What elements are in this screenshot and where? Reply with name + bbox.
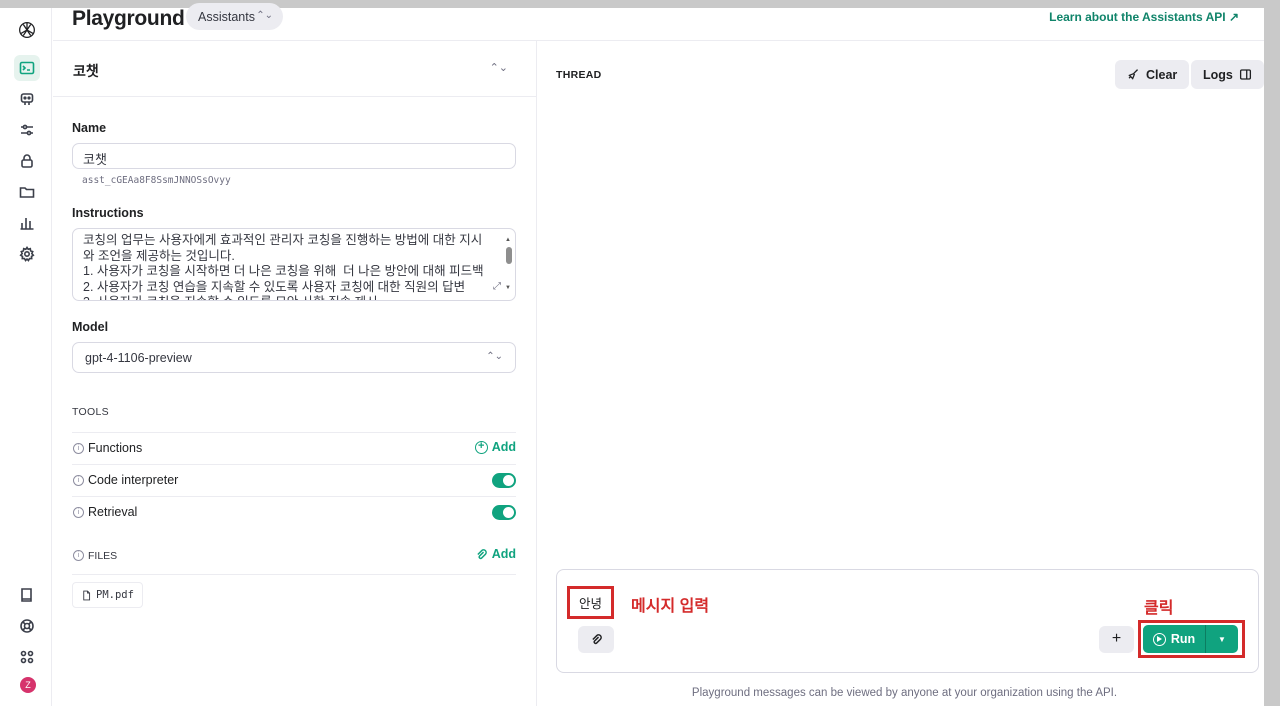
scroll-down-icon: ▼ [505, 285, 511, 292]
sidebar-item-assistants[interactable] [14, 86, 40, 112]
tools-heading: TOOLS [72, 406, 109, 418]
page-title: Playground [72, 7, 185, 30]
mode-selector[interactable]: Assistants ⌃⌄ [186, 3, 283, 30]
thread-panel: THREAD Clear Logs 안녕 메시지 입력 클릭 + Run ▼ P… [537, 41, 1272, 706]
caret-down-icon: ▼ [1218, 634, 1226, 644]
run-button[interactable]: Run [1143, 625, 1206, 653]
add-function-label: Add [491, 440, 516, 454]
assistant-icon [20, 93, 34, 105]
tool-label: Functions [88, 441, 143, 455]
apps-icon [20, 650, 34, 664]
code-interpreter-toggle[interactable] [492, 473, 516, 488]
run-label: Run [1170, 632, 1196, 646]
add-file-label: Add [491, 547, 516, 561]
info-icon[interactable]: i [73, 475, 84, 486]
logs-label: Logs [1203, 67, 1233, 82]
file-name: PM.pdf [96, 589, 134, 601]
icon-rail: Z [0, 8, 52, 706]
avatar[interactable]: Z [20, 677, 36, 693]
broom-icon [1128, 69, 1139, 80]
assistant-config-panel: 코챗 ⌃⌄ Name 코챗 asst_cGEAa8F8SsmJNNOSsOvyy… [53, 41, 537, 706]
add-file-button[interactable]: Add [475, 547, 516, 561]
top-bar: Playground Assistants ⌃⌄ Learn about the… [53, 3, 1264, 41]
sidebar-item-finetune[interactable] [14, 117, 40, 143]
sidebar-item-playground[interactable] [14, 55, 40, 81]
info-icon[interactable]: i [73, 507, 84, 518]
mode-selector-label: Assistants [198, 9, 255, 24]
app-frame: Z Playground Assistants ⌃⌄ Learn about t… [0, 0, 1272, 706]
terminal-icon [19, 61, 35, 75]
retrieval-toggle[interactable] [492, 505, 516, 520]
add-message-button[interactable]: + [1099, 626, 1134, 653]
files-heading: FILES [88, 550, 118, 562]
run-button-group: Run ▼ [1143, 625, 1238, 653]
expand-icon[interactable]: ⤢ [493, 279, 501, 295]
logs-button[interactable]: Logs [1191, 60, 1264, 89]
assistant-id: asst_cGEAa8F8SsmJNNOSsOvyy [82, 175, 231, 186]
assistant-selector-label: 코챗 [73, 63, 99, 79]
name-label: Name [72, 121, 107, 135]
annotation-click-hint: 클릭 [1144, 600, 1174, 617]
clear-label: Clear [1146, 67, 1178, 82]
side-panel-icon [1239, 69, 1251, 80]
clear-button[interactable]: Clear [1115, 60, 1190, 89]
annotation-message-hint: 메시지 입력 [631, 598, 710, 615]
learn-assistants-link[interactable]: Learn about the Assistants API ↗ [1049, 10, 1239, 24]
openai-logo-icon[interactable] [13, 16, 41, 44]
bar-chart-icon [20, 218, 34, 230]
info-icon[interactable]: i [73, 443, 84, 454]
thread-heading: THREAD [556, 69, 602, 81]
instructions-label: Instructions [72, 206, 144, 220]
sidebar-item-docs[interactable] [14, 582, 40, 608]
file-icon [83, 590, 91, 600]
model-select[interactable]: gpt-4-1106-preview ⌃⌄ [72, 342, 516, 373]
paperclip-icon [591, 634, 602, 645]
model-label: Model [72, 320, 109, 334]
assistant-selector[interactable]: 코챗 ⌃⌄ [53, 41, 536, 97]
footer-note: Playground messages can be viewed by any… [691, 687, 1118, 699]
files-section: i FILES Add [72, 541, 516, 575]
tool-label: Code interpreter [88, 473, 179, 487]
info-icon[interactable]: i [73, 550, 84, 561]
chevron-updown-icon: ⌃⌄ [486, 351, 503, 362]
file-chip[interactable]: PM.pdf [72, 582, 143, 608]
scrollbar-thumb[interactable] [506, 247, 512, 264]
book-icon [21, 588, 32, 602]
paperclip-icon [477, 548, 487, 559]
run-options-button[interactable]: ▼ [1206, 625, 1238, 653]
model-select-value: gpt-4-1106-preview [85, 351, 192, 365]
name-field[interactable]: 코챗 [72, 143, 516, 169]
folder-icon [19, 187, 35, 198]
sidebar-item-settings[interactable] [14, 241, 40, 267]
tool-label: Retrieval [88, 505, 138, 519]
sidebar-item-api-keys[interactable] [14, 148, 40, 174]
message-input[interactable]: 안녕 [567, 586, 615, 619]
sidebar-item-usage[interactable] [14, 210, 40, 236]
sidebar-item-help[interactable] [14, 613, 40, 639]
help-icon [20, 619, 34, 633]
attach-button[interactable] [578, 626, 614, 653]
chevron-updown-icon: ⌃⌄ [489, 62, 508, 74]
run-highlight: Run ▼ [1138, 620, 1245, 658]
instructions-field[interactable]: 코칭의 업무는 사용자에게 효과적인 관리자 코칭을 진행하는 방법에 대한 지… [72, 228, 516, 301]
tool-row-functions: i Functions + Add [72, 432, 516, 464]
instructions-text: 코칭의 업무는 사용자에게 효과적인 관리자 코칭을 진행하는 방법에 대한 지… [83, 233, 484, 300]
tool-row-code-interpreter: i Code interpreter [72, 464, 516, 496]
sidebar-item-apps[interactable] [14, 644, 40, 670]
sliders-icon [21, 124, 33, 136]
gear-icon [19, 246, 35, 262]
instructions-scrollbar[interactable]: ▲ ▼ [505, 233, 513, 297]
lock-icon [21, 154, 33, 168]
add-function-button[interactable]: + Add [474, 440, 516, 454]
chevron-updown-icon: ⌃⌄ [256, 10, 273, 21]
plus-circle-icon: + [474, 440, 488, 454]
sidebar-item-files[interactable] [14, 179, 40, 205]
tool-row-retrieval: i Retrieval [72, 496, 516, 528]
message-composer: 안녕 메시지 입력 클릭 + Run ▼ [556, 569, 1259, 673]
play-icon [1152, 632, 1166, 646]
